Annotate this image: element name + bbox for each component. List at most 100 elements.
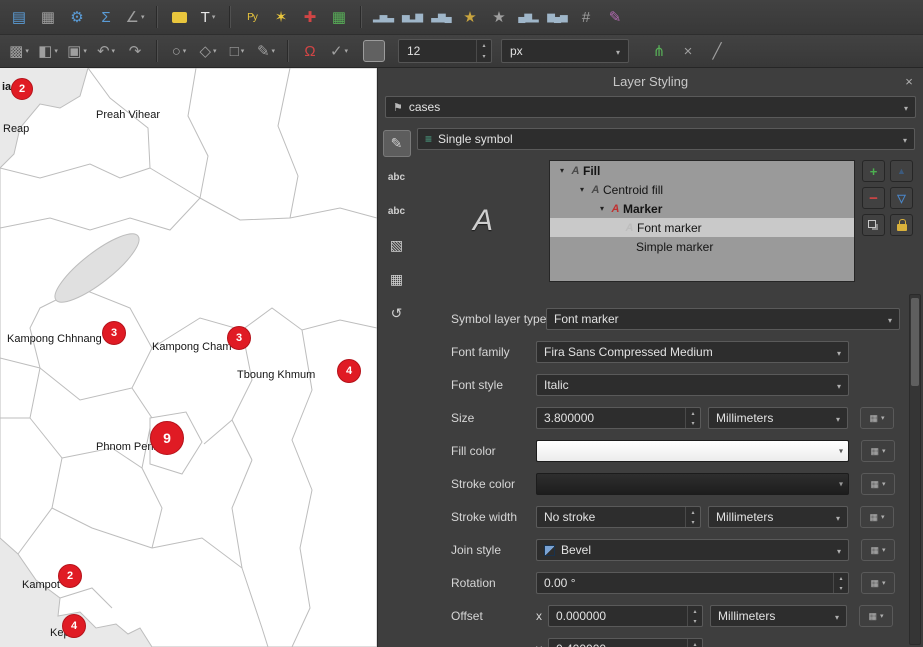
select-tool-icon[interactable]: ▣ (64, 38, 90, 64)
data-defined-override-button[interactable]: ▦ (861, 440, 895, 462)
panel-scrollbar[interactable] (909, 294, 921, 645)
add-symbol-layer-button[interactable]: + (862, 160, 885, 182)
layout-manager-icon[interactable]: ▦ (35, 4, 61, 30)
data-defined-icon: ▦ (869, 413, 878, 424)
remove-icon[interactable]: × (675, 38, 701, 64)
remove-symbol-layer-button[interactable]: − (862, 187, 885, 209)
diagonal-tool-icon[interactable]: ╱ (704, 38, 730, 64)
shape-tool-icon[interactable]: ◇ (195, 38, 221, 64)
font-style-dropdown[interactable]: Italic (536, 374, 849, 396)
offset-unit-dropdown[interactable]: Millimeters (710, 605, 847, 627)
spin-steppers[interactable] (833, 573, 848, 593)
star-outline-icon[interactable]: ★ (486, 4, 512, 30)
cluster-marker: 9 (150, 421, 184, 455)
data-defined-override-button[interactable]: ▦ (860, 407, 894, 429)
spin-steppers[interactable] (685, 507, 700, 527)
panel-title: Layer Styling (613, 74, 688, 89)
raster-grid-icon[interactable]: ▦ (326, 4, 352, 30)
zonal-stats-icon[interactable]: ▃▆▄ (428, 4, 454, 30)
map-label: Kampong Chhnang (7, 333, 102, 345)
log-messages-icon[interactable]: ▤ (6, 4, 32, 30)
edit-node-icon[interactable]: ✎ (253, 38, 279, 64)
active-tool-button[interactable] (363, 40, 385, 62)
histogram-icon[interactable]: ▂▅▃ (370, 4, 396, 30)
topology-check-icon[interactable]: ✓ (326, 38, 352, 64)
scrollbar-thumb[interactable] (911, 298, 919, 386)
tracing-icon[interactable]: ⋔ (646, 38, 672, 64)
measure-icon[interactable]: ∠ (122, 4, 148, 30)
text-annotation-icon[interactable]: T (195, 4, 221, 30)
tree-row-fill[interactable]: A Fill (550, 161, 854, 180)
tree-row-font-marker[interactable]: A Font marker (550, 218, 854, 237)
map-tips-icon[interactable] (166, 4, 192, 30)
offset-y-spinbox[interactable]: 0.400000 (548, 638, 703, 647)
stroke-color-button[interactable] (536, 473, 849, 495)
zoom-tool-icon[interactable]: ○ (166, 38, 192, 64)
heatmap-icon[interactable]: ▆▄▅ (544, 4, 570, 30)
panel-header: Layer Styling × (378, 68, 923, 94)
spin-steppers[interactable] (687, 639, 702, 647)
data-defined-override-button[interactable]: ▦ (860, 506, 894, 528)
profile-chart-icon[interactable]: ▅▂▆ (399, 4, 425, 30)
data-defined-override-button[interactable]: ▦ (861, 572, 895, 594)
plugin-icon[interactable]: ✶ (268, 4, 294, 30)
data-defined-override-button[interactable]: ▦ (861, 539, 895, 561)
tab-symbology[interactable]: ✎ (383, 130, 411, 157)
tab-labels[interactable]: abc (383, 164, 411, 191)
cluster-marker: 4 (62, 614, 86, 638)
chevron-down-icon[interactable] (576, 185, 588, 194)
stroke-width-unit-dropdown[interactable]: Millimeters (708, 506, 848, 528)
tree-row-marker[interactable]: A Marker (550, 199, 854, 218)
tab-masks[interactable]: abc (383, 198, 411, 225)
symbol-layer-type-dropdown[interactable]: Font marker (546, 308, 900, 330)
close-icon[interactable]: × (901, 73, 917, 89)
interpolation-icon[interactable]: ▄▆▂ (515, 4, 541, 30)
redo-curve-icon[interactable]: ↷ (122, 38, 148, 64)
spin-down-icon (686, 517, 700, 527)
georeferencer-icon[interactable]: ✚ (297, 4, 323, 30)
move-up-button[interactable]: ▲ (890, 160, 913, 182)
raster-tool-icon[interactable]: ▩ (6, 38, 32, 64)
duplicate-symbol-layer-button[interactable] (862, 214, 885, 236)
tab-history[interactable]: ↺ (383, 300, 411, 327)
move-down-button[interactable]: ▽ (890, 187, 913, 209)
font-family-dropdown[interactable]: Fira Sans Compressed Medium (536, 341, 849, 363)
chevron-down-icon[interactable] (556, 166, 568, 175)
size-spinbox[interactable]: 3.800000 (536, 407, 701, 429)
chevron-down-icon[interactable] (596, 204, 608, 213)
tab-3d-view[interactable]: ▧ (383, 232, 411, 259)
tab-diagrams[interactable]: ▦ (383, 266, 411, 293)
stroke-width-unit-value: Millimeters (716, 510, 773, 524)
star-icon[interactable]: ★ (457, 4, 483, 30)
join-style-dropdown[interactable]: Bevel (536, 539, 849, 561)
data-defined-override-button[interactable]: ▦ (861, 473, 895, 495)
mesh-tool-icon[interactable]: ◧ (35, 38, 61, 64)
size-unit-dropdown[interactable]: Millimeters (708, 407, 848, 429)
secondary-toolbar: ▩ ◧ ▣ ↶ ↷ ○ ◇ □ ✎ Ω ✓ 12 px ⋔ × ╱ (0, 35, 923, 68)
settings-gear-icon[interactable]: ⚙ (64, 4, 90, 30)
undo-curve-icon[interactable]: ↶ (93, 38, 119, 64)
snapping-magnet-icon[interactable]: Ω (297, 38, 323, 64)
elevation-profile-icon[interactable]: ✎ (602, 4, 628, 30)
spin-steppers[interactable] (685, 408, 700, 428)
renderer-dropdown[interactable]: ≡ Single symbol (417, 128, 915, 150)
unit-dropdown[interactable]: px (501, 39, 629, 63)
marquee-tool-icon[interactable]: □ (224, 38, 250, 64)
grid-hash-icon[interactable]: # (573, 4, 599, 30)
fill-color-button[interactable] (536, 440, 849, 462)
python-console-icon[interactable]: Py (239, 4, 265, 30)
data-defined-override-button[interactable]: ▦ (859, 605, 893, 627)
tree-row-centroid-fill[interactable]: A Centroid fill (550, 180, 854, 199)
rotation-spinbox[interactable]: 0.00 ° (536, 572, 849, 594)
tolerance-spinbox[interactable]: 12 (398, 39, 492, 63)
spin-steppers[interactable] (687, 606, 702, 626)
offset-x-spinbox[interactable]: 0.000000 (548, 605, 703, 627)
tree-row-simple-marker[interactable]: Simple marker (550, 237, 854, 256)
stroke-width-row: Stroke width No stroke Millimeters ▦ (451, 506, 923, 528)
statistics-sigma-icon[interactable]: Σ (93, 4, 119, 30)
map-canvas[interactable]: ia Reap Preah Vihear Kampong Chhnang Kam… (0, 68, 377, 647)
layer-selector[interactable]: ⚑ cases (385, 96, 916, 118)
stroke-width-spinbox[interactable]: No stroke (536, 506, 701, 528)
lock-colors-button[interactable] (890, 214, 913, 236)
spin-steppers[interactable] (476, 40, 491, 62)
